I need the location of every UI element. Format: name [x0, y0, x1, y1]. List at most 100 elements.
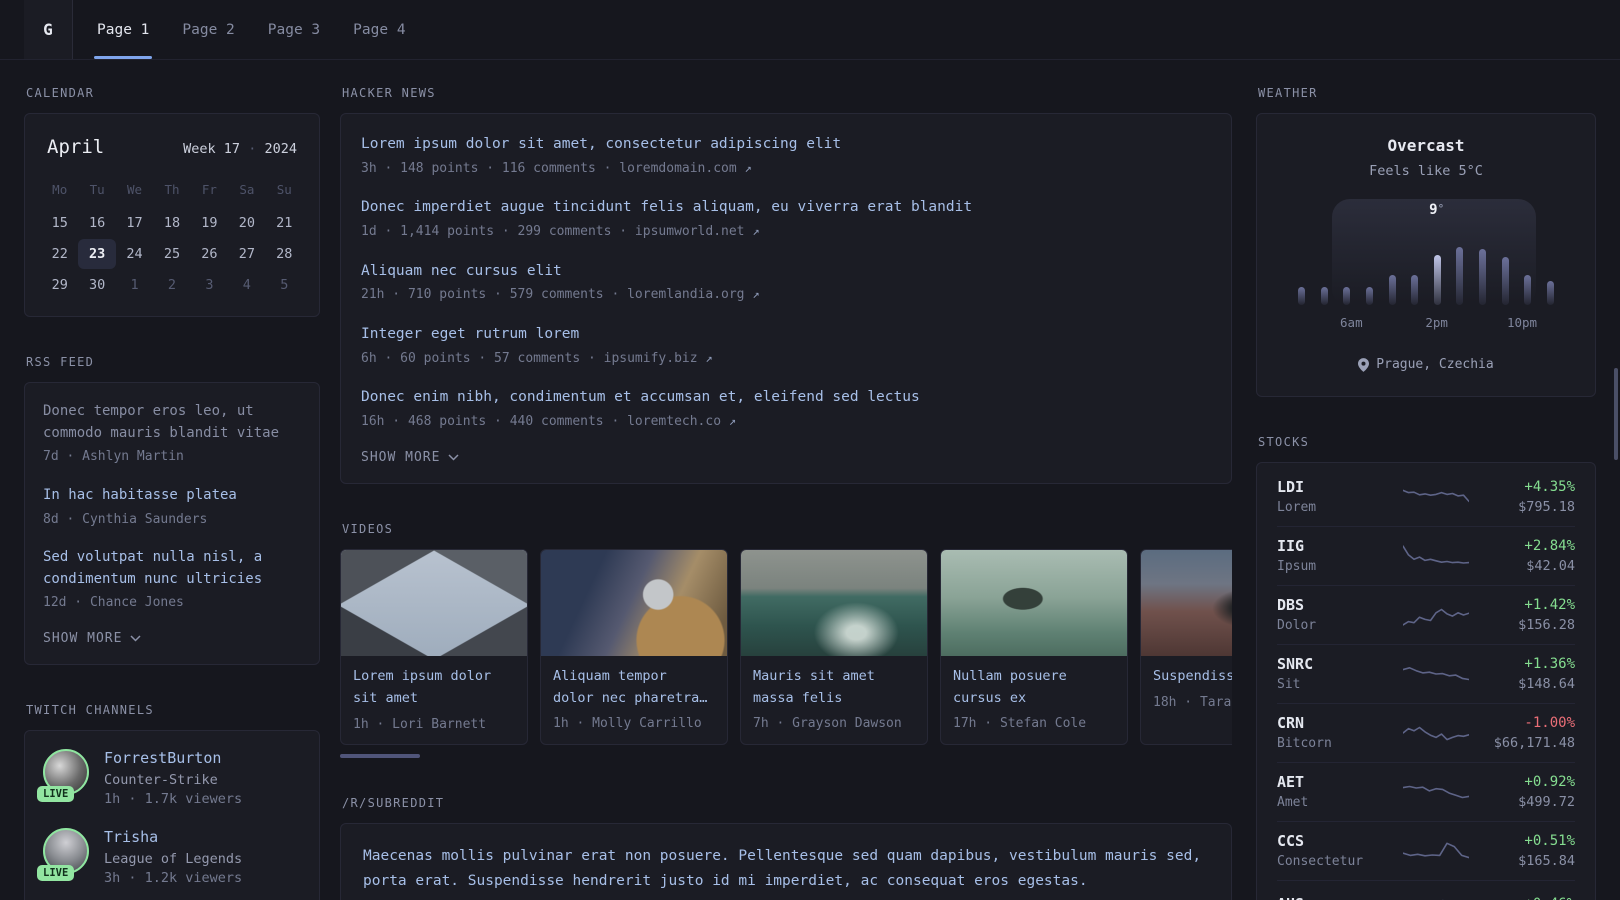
video-card[interactable]: Nullam posuere cursus ex 17h · Stefan Co… [940, 549, 1128, 746]
hackernews-item-meta: 16h · 468 points · 440 comments · loremt… [361, 413, 737, 429]
stock-change-percent: +1.36% [1524, 655, 1575, 672]
stock-row[interactable]: DBS Dolor +1.42% $156.28 [1277, 585, 1575, 644]
hackernews-show-more-button[interactable]: SHOW MORE [361, 450, 1211, 465]
section-title-hackernews: HACKER NEWS [342, 86, 436, 100]
hackernews-item-title[interactable]: Aliquam nec cursus elit [361, 261, 1211, 283]
carousel-scrollbar-thumb[interactable] [340, 754, 420, 759]
show-more-label: SHOW MORE [361, 450, 441, 466]
twitch-channel[interactable]: LIVE Trisha League of Legends 3h · 1.2k … [37, 827, 301, 886]
app-logo[interactable]: G [24, 0, 73, 59]
weather-feels-like: Feels like 5°C [1369, 163, 1483, 179]
calendar-day[interactable]: 16 [78, 208, 115, 238]
rss-item-meta: 12d · Chance Jones [43, 595, 184, 611]
weekday-label: We [127, 182, 143, 197]
weather-location[interactable]: Prague, Czechia [1277, 357, 1575, 372]
weekday-label: Mo [52, 182, 68, 197]
video-meta: 1h · Molly Carrillo [553, 716, 702, 732]
calendar-day[interactable]: 17 [116, 208, 153, 238]
calendar-day[interactable]: 20 [228, 208, 265, 238]
calendar-day[interactable]: 2 [153, 270, 190, 300]
calendar-day[interactable]: 26 [191, 239, 228, 269]
live-badge: LIVE [37, 864, 75, 881]
video-card[interactable]: Lorem ipsum dolor sit amet consectetu… 1… [340, 549, 528, 746]
separator-dot: · [248, 141, 257, 157]
calendar-day[interactable]: 21 [266, 208, 303, 238]
tab-page-2[interactable]: Page 2 [179, 0, 237, 59]
video-thumbnail [341, 550, 527, 657]
calendar-day[interactable]: 22 [41, 239, 78, 269]
calendar-day-selected[interactable]: 23 [78, 239, 116, 269]
hackernews-item-title[interactable]: Integer eget rutrum lorem [361, 324, 1211, 346]
video-title[interactable]: Nullam posuere cursus ex [953, 666, 1115, 709]
video-title[interactable]: Aliquam tempor dolor nec pharetra… [553, 666, 715, 709]
video-card[interactable]: Suspendisse diam 18h · Tara [1140, 549, 1232, 746]
video-title[interactable]: Suspendisse diam [1153, 666, 1232, 688]
video-card[interactable]: Aliquam tempor dolor nec pharetra… 1h · … [540, 549, 728, 746]
stock-row[interactable]: AET Amet +0.92% $499.72 [1277, 762, 1575, 821]
stock-row[interactable]: IIG Ipsum +2.84% $42.04 [1277, 526, 1575, 585]
external-link-icon: ↗ [705, 350, 713, 365]
calendar-day[interactable]: 18 [153, 208, 190, 238]
video-title[interactable]: Mauris sit amet massa felis [753, 666, 915, 709]
calendar-day[interactable]: 4 [228, 270, 265, 300]
calendar-day[interactable]: 15 [41, 208, 78, 238]
calendar-day[interactable]: 1 [116, 270, 153, 300]
hackernews-item-title[interactable]: Donec enim nibh, condimentum et accumsan… [361, 387, 1211, 409]
calendar-day[interactable]: 24 [116, 239, 153, 269]
tab-page-4[interactable]: Page 4 [350, 0, 408, 59]
calendar-day[interactable]: 19 [191, 208, 228, 238]
rss-item: Sed volutpat nulla nisl, a condimentum n… [43, 547, 301, 613]
subreddit-post-meta: 19h · 9,932 points · 1,090 comments · lo… [363, 897, 1209, 900]
rss-item-title[interactable]: Donec tempor eros leo, ut commodo mauris… [43, 401, 301, 444]
video-title[interactable]: Lorem ipsum dolor sit amet consectetu… [353, 666, 515, 710]
video-thumbnail [541, 550, 727, 657]
stock-symbol: CCS [1277, 832, 1305, 850]
stock-row[interactable]: CRN Bitcorn -1.00% $66,171.48 [1277, 703, 1575, 762]
weekday-label: Tu [89, 182, 105, 197]
rss-show-more-button[interactable]: SHOW MORE [43, 631, 301, 646]
stock-row[interactable]: CCS Consectetur +0.51% $165.84 [1277, 821, 1575, 880]
rss-item-title[interactable]: Sed volutpat nulla nisl, a condimentum n… [43, 547, 301, 590]
hackernews-item-title[interactable]: Donec imperdiet augue tincidunt felis al… [361, 197, 1211, 219]
tab-page-3[interactable]: Page 3 [265, 0, 323, 59]
rss-item-title[interactable]: In hac habitasse platea [43, 485, 301, 507]
rss-list: Donec tempor eros leo, ut commodo mauris… [43, 401, 301, 613]
middle-column: HACKER NEWS Lorem ipsum dolor sit amet, … [340, 86, 1232, 900]
stock-name: Dolor [1277, 618, 1317, 633]
stock-row[interactable]: SNRC Sit +1.36% $148.64 [1277, 644, 1575, 703]
hackernews-item-title[interactable]: Lorem ipsum dolor sit amet, consectetur … [361, 134, 1211, 156]
weather-bar [1524, 275, 1532, 305]
section-title-weather: WEATHER [1258, 86, 1318, 100]
external-link-icon: ↗ [744, 160, 752, 175]
calendar-day[interactable]: 27 [228, 239, 265, 269]
tab-page-1[interactable]: Page 1 [94, 0, 153, 59]
page-scrollbar-thumb[interactable] [1614, 368, 1618, 460]
calendar-day[interactable]: 3 [191, 270, 228, 300]
weekday-label: Th [164, 182, 180, 197]
stock-symbol: CRN [1277, 714, 1305, 732]
twitch-channel-name[interactable]: Trisha [104, 828, 242, 846]
stock-change-percent: +0.92% [1524, 773, 1575, 790]
twitch-channel-game: League of Legends [104, 850, 243, 867]
stocks-list: LDI Lorem +4.35% $795.18 IIG Ipsum +2.84… [1277, 468, 1575, 900]
stock-row[interactable]: AHS +0.46% [1277, 880, 1575, 900]
stock-values: +0.46% [1524, 896, 1575, 900]
calendar-grid: Mo Tu We Th Fr Sa Su 15 16 17 18 19 20 21 22 23 24 25 26 27… [41, 176, 303, 300]
weather-bar [1320, 287, 1328, 305]
calendar-day[interactable]: 25 [153, 239, 190, 269]
twitch-channel-name[interactable]: ForrestBurton [104, 749, 242, 767]
calendar-day[interactable]: 30 [78, 270, 115, 300]
calendar-day[interactable]: 29 [41, 270, 78, 300]
calendar-day[interactable]: 28 [266, 239, 303, 269]
subreddit-post-title[interactable]: Maecenas mollis pulvinar erat non posuer… [363, 844, 1209, 893]
weather-bars [1298, 229, 1554, 305]
stock-row[interactable]: LDI Lorem +4.35% $795.18 [1277, 468, 1575, 526]
calendar-card: April Week 17 · 2024 Mo Tu We Th Fr Sa Su 15 16 1… [24, 113, 320, 317]
video-card[interactable]: Mauris sit amet massa felis 7h · Grayson… [740, 549, 928, 746]
calendar-day[interactable]: 5 [266, 270, 303, 300]
external-link-icon: ↗ [728, 413, 737, 428]
stock-identity: LDI Lorem [1277, 478, 1389, 515]
hackernews-card: Lorem ipsum dolor sit amet, consectetur … [340, 113, 1232, 485]
twitch-channel[interactable]: LIVE ForrestBurton Counter-Strike 1h · 1… [37, 748, 301, 807]
section-title-rss: RSS FEED [26, 355, 95, 369]
